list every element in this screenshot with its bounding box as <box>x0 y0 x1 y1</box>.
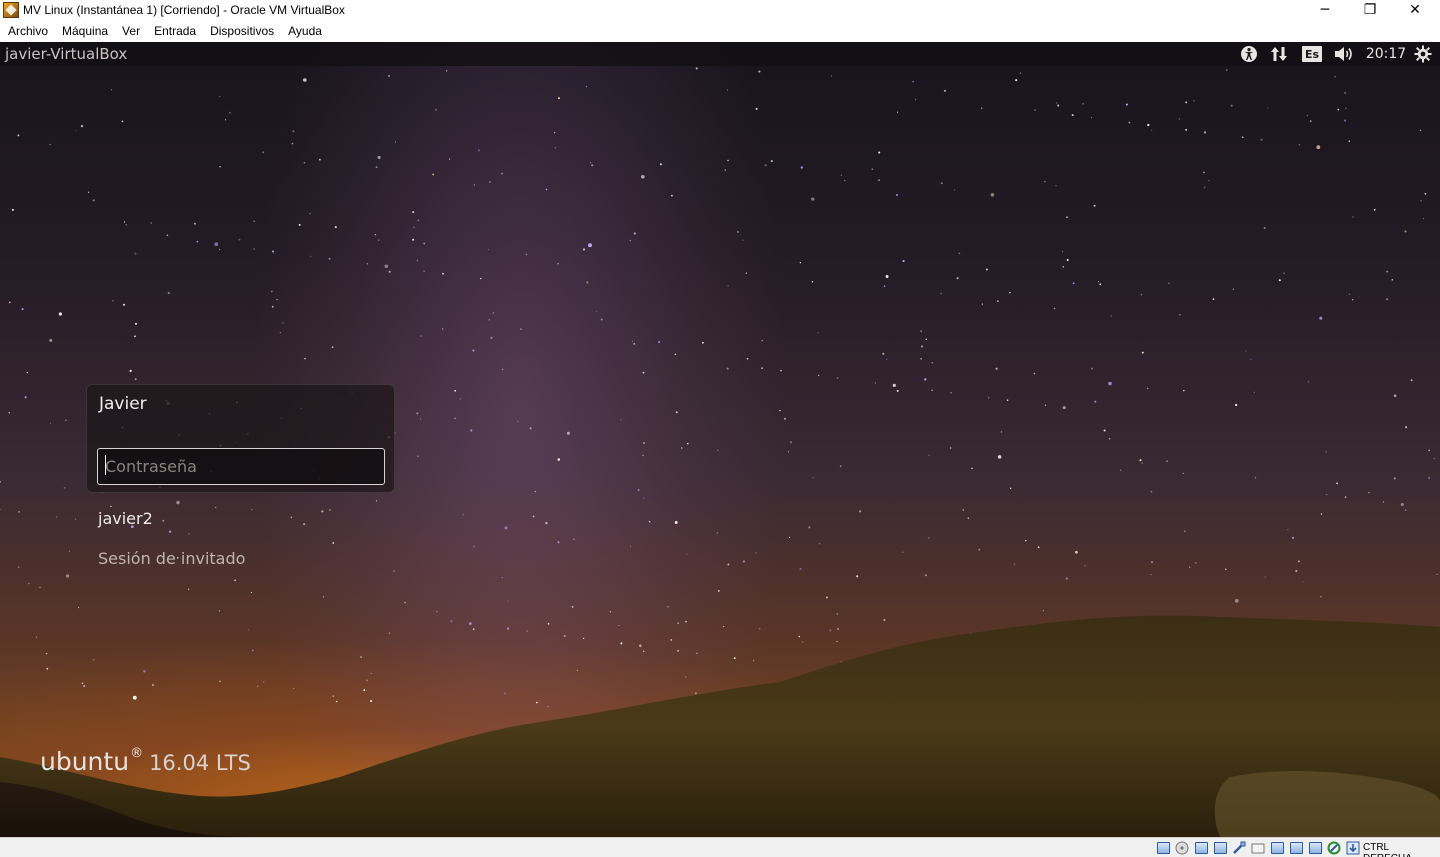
video-capture-icon[interactable] <box>1288 841 1304 855</box>
hard-disk-icon[interactable] <box>1155 841 1171 855</box>
user-list-item-javier2[interactable]: javier2 <box>98 509 153 528</box>
window-titlebar[interactable]: MV Linux (Instantánea 1) [Corriendo] - O… <box>0 0 1440 20</box>
usb-icon[interactable] <box>1231 841 1247 855</box>
menu-entrada[interactable]: Entrada <box>147 24 203 38</box>
ubuntu-version: 16.04 LTS <box>149 751 251 775</box>
menu-bar: Archivo Máquina Ver Entrada Dispositivos… <box>0 20 1440 42</box>
menu-archivo[interactable]: Archivo <box>1 24 55 38</box>
clock-indicator[interactable]: 20:17 <box>1366 44 1406 64</box>
network-adapters-icon[interactable] <box>1212 841 1228 855</box>
ubuntu-wordmark: ubuntu <box>40 747 130 776</box>
virtualization-icon[interactable] <box>1326 841 1342 855</box>
login-box: Javier <box>86 384 395 493</box>
selected-user-name[interactable]: Javier <box>99 394 147 414</box>
window-title: MV Linux (Instantánea 1) [Corriendo] - O… <box>23 3 345 17</box>
text-caret <box>105 455 106 475</box>
host-key-label: CTRL DERECHA <box>1363 842 1412 857</box>
password-input[interactable] <box>97 448 385 485</box>
menu-maquina[interactable]: Máquina <box>55 24 115 38</box>
menu-dispositivos[interactable]: Dispositivos <box>203 24 281 38</box>
shared-folders-icon[interactable] <box>1250 841 1266 855</box>
display-icon[interactable] <box>1269 841 1285 855</box>
registered-mark: ® <box>130 746 144 761</box>
vm-status-bar: CTRL DERECHA <box>0 837 1440 857</box>
guest-additions-icon[interactable] <box>1345 841 1361 855</box>
greeter-top-panel: javier-VirtualBox Es 20:17 <box>0 42 1440 66</box>
guest-display[interactable]: javier-VirtualBox Es 20:17 Javier javier… <box>0 42 1440 837</box>
ubuntu-logo: ubuntu ® 16.04 LTS <box>40 746 251 776</box>
guest-session-item[interactable]: Sesión de invitado <box>98 549 245 568</box>
audio-icon[interactable] <box>1193 841 1209 855</box>
menu-ver[interactable]: Ver <box>115 24 147 38</box>
recording-icon[interactable] <box>1307 841 1323 855</box>
close-button[interactable]: ✕ <box>1392 0 1438 20</box>
virtualbox-app-icon[interactable] <box>3 2 19 18</box>
network-icon[interactable] <box>1269 44 1289 64</box>
hostname-label: javier-VirtualBox <box>5 45 128 63</box>
keyboard-layout-label: Es <box>1302 46 1322 62</box>
power-icon[interactable] <box>1413 44 1433 64</box>
keyboard-layout-indicator[interactable]: Es <box>1302 44 1322 64</box>
minimize-button[interactable]: ─ <box>1302 0 1348 20</box>
accessibility-icon[interactable] <box>1239 44 1259 64</box>
restore-button[interactable]: ❐ <box>1347 0 1393 20</box>
optical-drive-icon[interactable] <box>1174 841 1190 855</box>
menu-ayuda[interactable]: Ayuda <box>281 24 329 38</box>
sound-icon[interactable] <box>1333 44 1355 64</box>
